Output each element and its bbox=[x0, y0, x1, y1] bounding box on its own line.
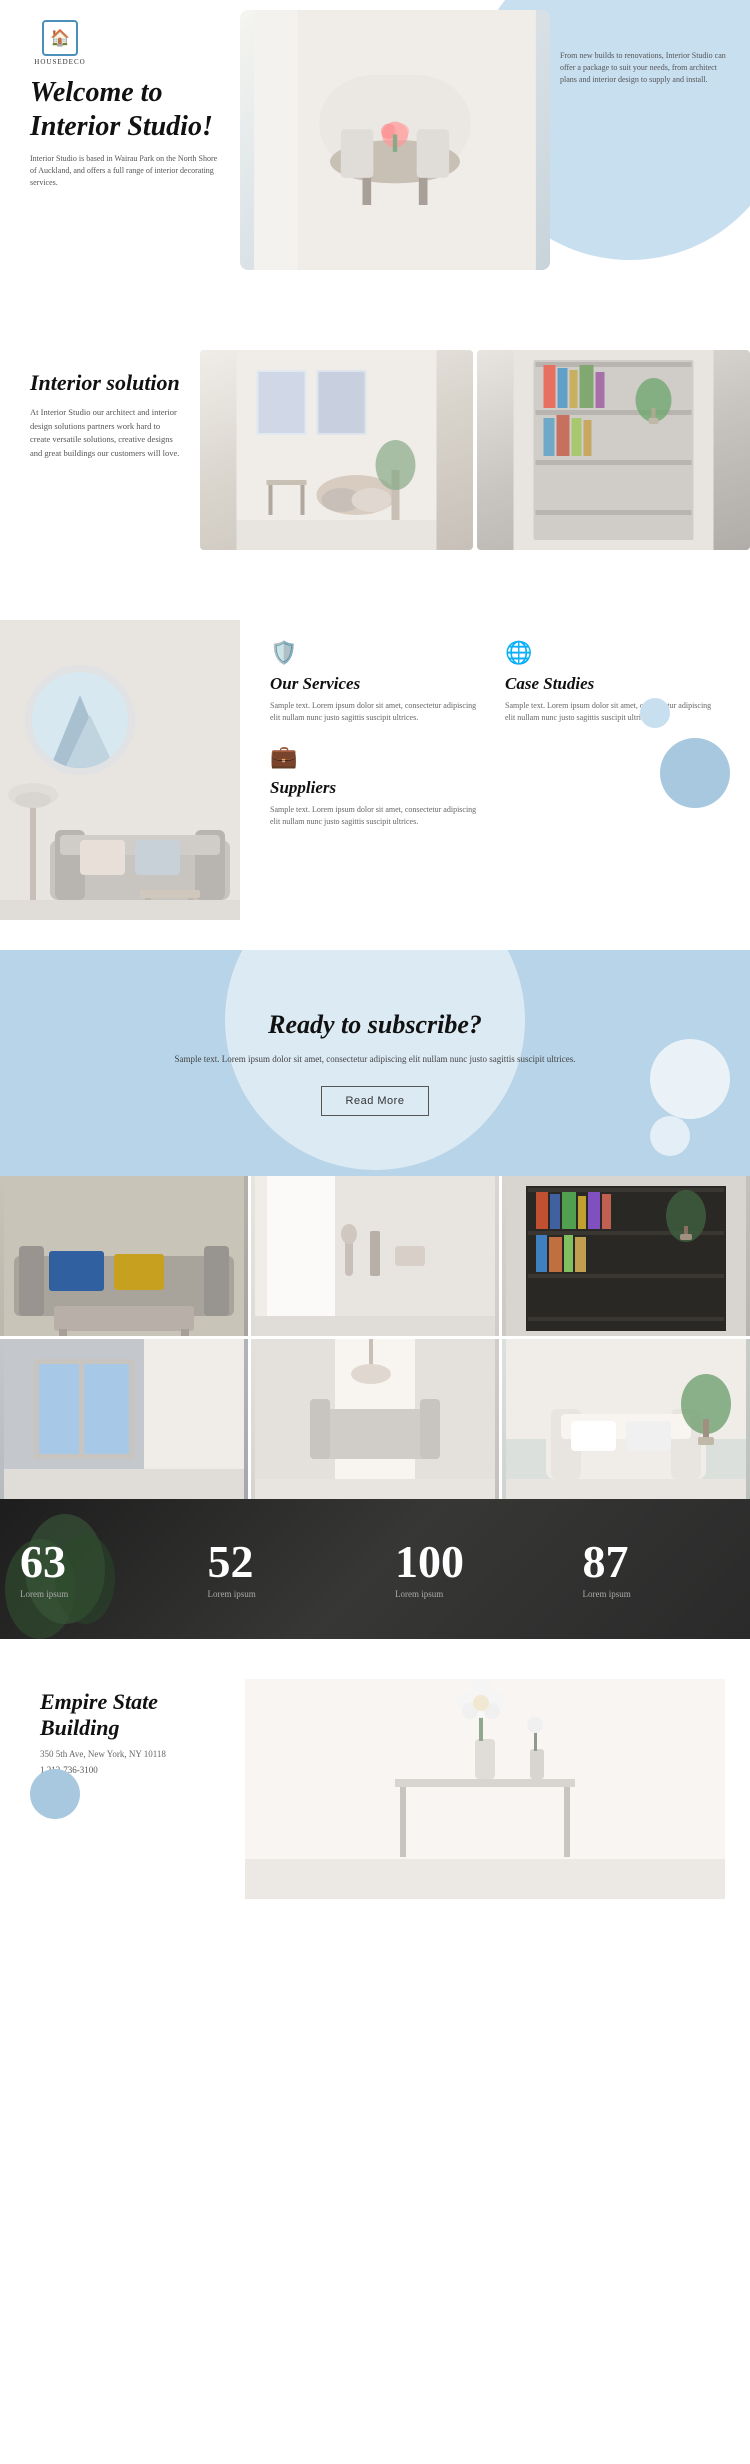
suppliers-desc: Sample text. Lorem ipsum dolor sit amet,… bbox=[270, 804, 485, 828]
contact-address: 350 5th Ave, New York, NY 10118 bbox=[40, 1749, 200, 1759]
hero-section: 🏠 HOUSEDECO Welcome toInterior Studio! I… bbox=[0, 0, 750, 280]
stat-number-2: 52 bbox=[208, 1539, 254, 1585]
services-section: 🛡️ Our Services Sample text. Lorem ipsum… bbox=[0, 590, 750, 950]
bedroom-svg bbox=[200, 350, 473, 550]
stat-item-1: 63 Lorem ipsum bbox=[0, 1499, 188, 1639]
subscribe-section: Ready to subscribe? Sample text. Lorem i… bbox=[0, 950, 750, 1176]
our-services-desc: Sample text. Lorem ipsum dolor sit amet,… bbox=[270, 700, 485, 724]
suppliers-title: Suppliers bbox=[270, 778, 485, 798]
subscribe-desc: Sample text. Lorem ipsum dolor sit amet,… bbox=[40, 1052, 710, 1066]
our-services-title: Our Services bbox=[270, 674, 485, 694]
subscribe-title: Ready to subscribe? bbox=[40, 1010, 710, 1040]
logo-name: HOUSEDECO bbox=[34, 58, 85, 66]
logo-icon: 🏠 bbox=[42, 20, 78, 56]
briefcase-icon: 💼 bbox=[270, 744, 485, 770]
services-photo-svg bbox=[0, 620, 240, 920]
gallery-item-1 bbox=[0, 1176, 248, 1336]
case-studies-desc: Sample text. Lorem ipsum dolor sit amet,… bbox=[505, 700, 720, 724]
services-content: 🛡️ Our Services Sample text. Lorem ipsum… bbox=[240, 620, 750, 920]
gallery-svg-6 bbox=[502, 1339, 750, 1499]
stat-label-3: Lorem ipsum bbox=[395, 1589, 443, 1599]
gallery-svg-4 bbox=[0, 1339, 248, 1499]
gallery-item-2 bbox=[251, 1176, 499, 1336]
gallery-item-6 bbox=[502, 1339, 750, 1499]
stats-section: 63 Lorem ipsum 52 Lorem ipsum 100 Lorem … bbox=[0, 1499, 750, 1639]
service-item-suppliers: 💼 Suppliers Sample text. Lorem ipsum dol… bbox=[270, 744, 485, 828]
hero-title: Welcome toInterior Studio! bbox=[30, 76, 220, 143]
globe-icon: 🌐 bbox=[505, 640, 720, 666]
hero-left-desc: Interior Studio is based in Wairau Park … bbox=[30, 153, 220, 189]
hero-photo-sim bbox=[240, 10, 550, 270]
sub-circle-small bbox=[650, 1116, 690, 1156]
subscribe-content: Ready to subscribe? Sample text. Lorem i… bbox=[40, 1010, 710, 1116]
services-grid: 🛡️ Our Services Sample text. Lorem ipsum… bbox=[270, 640, 720, 828]
interior-solution-image-2 bbox=[477, 350, 750, 550]
interior-solution-images bbox=[200, 350, 750, 550]
services-image bbox=[0, 620, 240, 920]
contact-title: Empire State Building bbox=[40, 1689, 200, 1741]
stat-label-2: Lorem ipsum bbox=[208, 1589, 256, 1599]
contact-photo-svg bbox=[220, 1679, 750, 1899]
gallery-svg-2 bbox=[251, 1176, 499, 1336]
hero-image bbox=[240, 0, 550, 280]
stat-item-2: 52 Lorem ipsum bbox=[188, 1499, 376, 1639]
gallery-svg-1 bbox=[0, 1176, 248, 1336]
gallery-section bbox=[0, 1176, 750, 1499]
stat-item-3: 100 Lorem ipsum bbox=[375, 1499, 563, 1639]
gallery-svg-5 bbox=[251, 1339, 499, 1499]
interior-solution-image-1 bbox=[200, 350, 473, 550]
interior-solution-section: Interior solution At Interior Studio our… bbox=[0, 310, 750, 580]
interior-solution-desc: At Interior Studio our architect and int… bbox=[30, 406, 180, 460]
shelf-svg bbox=[477, 350, 750, 550]
gallery-svg-3 bbox=[502, 1176, 750, 1336]
gallery-item-3 bbox=[502, 1176, 750, 1336]
read-more-button[interactable]: Read More bbox=[321, 1086, 430, 1116]
hero-photo-svg bbox=[240, 10, 550, 270]
stat-item-4: 87 Lorem ipsum bbox=[563, 1499, 750, 1639]
contact-section: Empire State Building 350 5th Ave, New Y… bbox=[0, 1639, 750, 1944]
case-studies-title: Case Studies bbox=[505, 674, 720, 694]
blue-circle-large bbox=[660, 738, 730, 808]
service-item-case-studies: 🌐 Case Studies Sample text. Lorem ipsum … bbox=[505, 640, 720, 724]
hero-right-desc: From new builds to renovations, Interior… bbox=[560, 50, 730, 86]
stat-label-1: Lorem ipsum bbox=[20, 1589, 68, 1599]
logo: 🏠 HOUSEDECO bbox=[30, 20, 90, 66]
blue-circle-small bbox=[640, 698, 670, 728]
stat-number-3: 100 bbox=[395, 1539, 464, 1585]
gallery-item-5 bbox=[251, 1339, 499, 1499]
stat-label-4: Lorem ipsum bbox=[583, 1589, 631, 1599]
service-item-our-services: 🛡️ Our Services Sample text. Lorem ipsum… bbox=[270, 640, 485, 724]
gallery-item-4 bbox=[0, 1339, 248, 1499]
stat-number-1: 63 bbox=[20, 1539, 66, 1585]
interior-solution-title: Interior solution bbox=[30, 370, 180, 396]
contact-image-area bbox=[220, 1679, 750, 1904]
stat-number-4: 87 bbox=[583, 1539, 629, 1585]
shield-icon: 🛡️ bbox=[270, 640, 485, 666]
